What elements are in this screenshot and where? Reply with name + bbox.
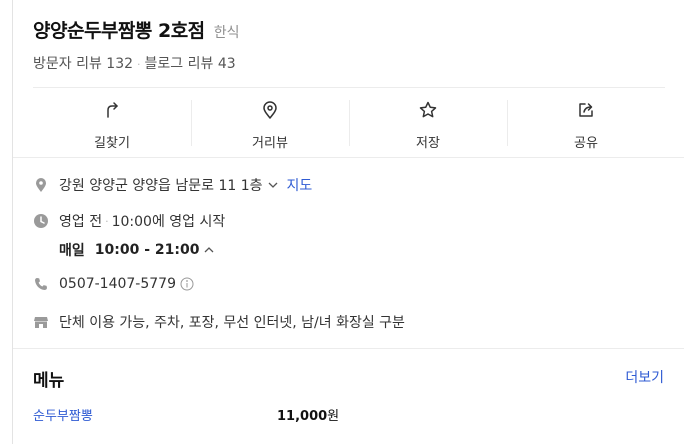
daily-hours[interactable]: 매일 10:00 - 21:00 xyxy=(59,240,215,260)
hours-status-row: 영업 전 · 10:00에 영업 시작 xyxy=(33,211,225,231)
business-status: 영업 전 xyxy=(59,214,103,230)
blog-review-link[interactable]: 블로그 리뷰 43 xyxy=(145,56,236,72)
amenities-row: 단체 이용 가능, 주차, 포장, 무선 인터넷, 남/녀 화장실 구분 xyxy=(33,312,405,332)
chevron-up-icon[interactable] xyxy=(203,244,215,256)
menu-item-name[interactable]: 순두부짬뽕 xyxy=(33,405,93,424)
amenities-text: 단체 이용 가능, 주차, 포장, 무선 인터넷, 남/녀 화장실 구분 xyxy=(59,315,405,331)
hours-label: 매일 xyxy=(59,243,85,259)
info-icon[interactable] xyxy=(180,277,194,291)
phone-icon xyxy=(33,276,49,292)
store-icon xyxy=(33,314,49,330)
action-bar: 길찾기 거리뷰 저장 공유 xyxy=(33,87,665,157)
business-status-detail: 10:00에 영업 시작 xyxy=(111,214,226,230)
menu-more-link[interactable]: 더보기 xyxy=(625,367,664,387)
hours-value: 10:00 - 21:00 xyxy=(94,242,200,258)
phone-number[interactable]: 0507-1407-5779 xyxy=(59,276,176,292)
star-icon xyxy=(418,100,438,124)
separator-dot: · xyxy=(137,58,141,71)
place-card: 양양순두부짬뽕 2호점 한식 방문자 리뷰 132 · 블로그 리뷰 43 길찾기 … xyxy=(12,0,684,444)
directions-label: 길찾기 xyxy=(94,136,130,151)
address-text: 강원 양양군 양양읍 남문로 11 1층 xyxy=(59,178,263,194)
review-summary: 방문자 리뷰 132 · 블로그 리뷰 43 xyxy=(33,53,236,73)
share-button[interactable]: 공유 xyxy=(507,88,665,157)
title-row: 양양순두부짬뽕 2호점 한식 xyxy=(33,16,240,43)
phone-row: 0507-1407-5779 xyxy=(33,276,194,292)
divider xyxy=(13,157,684,158)
save-label: 저장 xyxy=(416,136,440,151)
directions-icon xyxy=(102,100,122,124)
save-button[interactable]: 저장 xyxy=(349,88,507,157)
street-view-icon xyxy=(260,100,280,124)
street-view-button[interactable]: 거리뷰 xyxy=(191,88,349,157)
visitor-review-link[interactable]: 방문자 리뷰 132 xyxy=(33,56,133,72)
price-value: 11,000 xyxy=(277,409,328,424)
clock-icon xyxy=(33,213,49,229)
chevron-down-icon[interactable] xyxy=(267,179,279,191)
separator-dot: · xyxy=(105,214,109,228)
directions-button[interactable]: 길찾기 xyxy=(33,88,191,157)
menu-item-price: 11,000원 xyxy=(277,405,339,424)
map-link[interactable]: 지도 xyxy=(287,175,313,195)
menu-section-title: 메뉴 xyxy=(33,371,65,391)
address-row: 강원 양양군 양양읍 남문로 11 1층 지도 xyxy=(33,175,312,195)
street-view-label: 거리뷰 xyxy=(252,136,288,151)
price-unit: 원 xyxy=(327,409,340,424)
share-icon xyxy=(576,100,596,124)
location-pin-icon xyxy=(33,177,49,193)
place-category: 한식 xyxy=(213,25,240,41)
share-label: 공유 xyxy=(574,136,598,151)
place-name[interactable]: 양양순두부짬뽕 2호점 xyxy=(33,20,205,42)
divider xyxy=(13,348,684,349)
